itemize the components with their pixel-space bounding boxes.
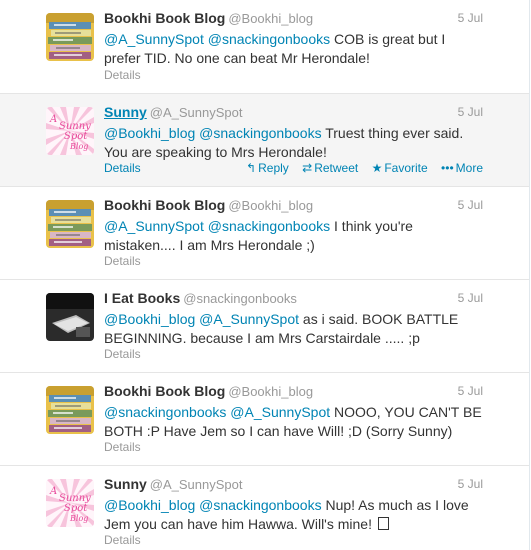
tweet-timestamp[interactable]: 5 Jul (458, 11, 483, 25)
tweet-text: @A_SunnySpot @snackingonbooks COB is gre… (104, 30, 484, 68)
tweet-item[interactable]: A Sunny Spot Blog Sunny @A_SunnySpot 5 Ju… (0, 466, 529, 550)
mention-link[interactable]: @Bookhi_blog (104, 125, 195, 141)
reply-icon: ↰ (246, 161, 257, 175)
tweet-fullname[interactable]: I Eat Books (104, 290, 180, 306)
missing-glyph-icon (377, 517, 389, 530)
tweet-header: I Eat Books @snackingonbooks 5 Jul (104, 290, 483, 308)
tweet-header: Sunny @A_SunnySpot 5 Jul (104, 104, 483, 122)
tweet-item[interactable]: I Eat Books @snackingonbooks 5 Jul @Bookh… (0, 280, 529, 373)
reply-label: Reply (258, 161, 289, 175)
tweet-footer: Details (104, 347, 483, 363)
tweet-item[interactable]: A Sunny Spot Blog Sunny @A_SunnySpot 5 Ju… (0, 94, 529, 187)
more-label: More (455, 161, 483, 175)
mention-link[interactable]: @Bookhi_blog (104, 311, 195, 327)
tweet-footer: Details (104, 533, 483, 549)
star-icon: ★ (371, 161, 383, 175)
mention-link[interactable]: @snackingonbooks (208, 31, 330, 47)
tweet-timestamp[interactable]: 5 Jul (458, 384, 483, 398)
tweet-timestamp[interactable]: 5 Jul (458, 198, 483, 212)
tweet-username[interactable]: @Bookhi_blog (228, 384, 313, 399)
mention-link[interactable]: @snackingonbooks (104, 404, 226, 420)
reading-photo-avatar[interactable] (46, 293, 94, 341)
retweet-icon: ⇄ (302, 161, 313, 175)
avatar-logo-text: Spot (64, 503, 88, 514)
tweet-text: @Bookhi_blog @A_SunnySpot as i said. BOO… (104, 310, 484, 348)
more-button[interactable]: ••• More (441, 161, 483, 175)
mention-link[interactable]: @snackingonbooks (199, 497, 321, 513)
mention-link[interactable]: @A_SunnySpot (104, 218, 204, 234)
details-link[interactable]: Details (104, 68, 141, 82)
tweet-text: @Bookhi_blog @snackingonbooks Nup! As mu… (104, 496, 484, 534)
details-link[interactable]: Details (104, 254, 141, 268)
avatar-logo-text: A (49, 114, 57, 125)
book-stack-avatar[interactable] (46, 386, 94, 434)
tweet-username[interactable]: @Bookhi_blog (228, 198, 313, 213)
book-stack-avatar[interactable] (46, 200, 94, 248)
favorite-label: Favorite (384, 161, 428, 175)
book-stack-avatar[interactable] (46, 13, 94, 61)
sunny-spot-blog-avatar[interactable]: A Sunny Spot Blog (46, 107, 94, 155)
mention-link[interactable]: @A_SunnySpot (230, 404, 330, 420)
avatar-logo-text: Spot (64, 131, 88, 142)
tweet-fullname[interactable]: Bookhi Book Blog (104, 10, 225, 26)
tweet-fullname[interactable]: Sunny (104, 476, 147, 492)
mention-link[interactable]: @snackingonbooks (208, 218, 330, 234)
details-link[interactable]: Details (104, 533, 141, 547)
details-link[interactable]: Details (104, 347, 141, 361)
tweet-actions: ↰ Reply ⇄ Retweet ★ Favorite ••• More (236, 161, 483, 175)
sunny-spot-blog-avatar[interactable]: A Sunny Spot Blog (46, 479, 94, 527)
tweet-fullname[interactable]: Bookhi Book Blog (104, 383, 225, 399)
tweet-timeline: Bookhi Book Blog @Bookhi_blog 5 Jul @A_Su… (0, 0, 530, 550)
tweet-timestamp[interactable]: 5 Jul (458, 105, 483, 119)
avatar-logo-text: Blog (69, 142, 88, 151)
tweet-timestamp[interactable]: 5 Jul (458, 291, 483, 305)
tweet-header: Bookhi Book Blog @Bookhi_blog 5 Jul (104, 10, 483, 28)
avatar-logo-text: Blog (69, 514, 88, 523)
tweet-footer: Details (104, 68, 483, 84)
tweet-text: @Bookhi_blog @snackingonbooks Truest thi… (104, 124, 484, 162)
tweet-footer: Details (104, 440, 483, 456)
tweet-header: Bookhi Book Blog @Bookhi_blog 5 Jul (104, 197, 483, 215)
tweet-username[interactable]: @Bookhi_blog (228, 11, 313, 26)
mention-link[interactable]: @snackingonbooks (199, 125, 321, 141)
tweet-footer: Details (104, 254, 483, 270)
tweet-username[interactable]: @snackingonbooks (183, 291, 297, 306)
details-link[interactable]: Details (104, 161, 141, 175)
tweet-username[interactable]: @A_SunnySpot (150, 105, 243, 120)
tweet-fullname[interactable]: Bookhi Book Blog (104, 197, 225, 213)
tweet-item[interactable]: Bookhi Book Blog @Bookhi_blog 5 Jul @snac… (0, 373, 529, 466)
tweet-timestamp[interactable]: 5 Jul (458, 477, 483, 491)
retweet-label: Retweet (314, 161, 359, 175)
more-dots-icon: ••• (441, 161, 454, 175)
tweet-header: Bookhi Book Blog @Bookhi_blog 5 Jul (104, 383, 483, 401)
tweet-item[interactable]: Bookhi Book Blog @Bookhi_blog 5 Jul @A_Su… (0, 187, 529, 280)
favorite-button[interactable]: ★ Favorite (372, 161, 428, 175)
retweet-button[interactable]: ⇄ Retweet (302, 161, 358, 175)
mention-link[interactable]: @Bookhi_blog (104, 497, 195, 513)
mention-link[interactable]: @A_SunnySpot (199, 311, 299, 327)
tweet-text: @snackingonbooks @A_SunnySpot NOOO, YOU … (104, 403, 484, 441)
tweet-username[interactable]: @A_SunnySpot (150, 477, 243, 492)
details-link[interactable]: Details (104, 440, 141, 454)
tweet-header: Sunny @A_SunnySpot 5 Jul (104, 476, 483, 494)
tweet-footer: Details ↰ Reply ⇄ Retweet ★ Favorite ••• Mor… (104, 161, 483, 177)
tweet-fullname[interactable]: Sunny (104, 104, 147, 120)
avatar-logo-text: A (49, 486, 57, 497)
reply-button[interactable]: ↰ Reply (246, 161, 289, 175)
tweet-text: @A_SunnySpot @snackingonbooks I think yo… (104, 217, 484, 255)
mention-link[interactable]: @A_SunnySpot (104, 31, 204, 47)
tweet-item[interactable]: Bookhi Book Blog @Bookhi_blog 5 Jul @A_Su… (0, 0, 529, 94)
